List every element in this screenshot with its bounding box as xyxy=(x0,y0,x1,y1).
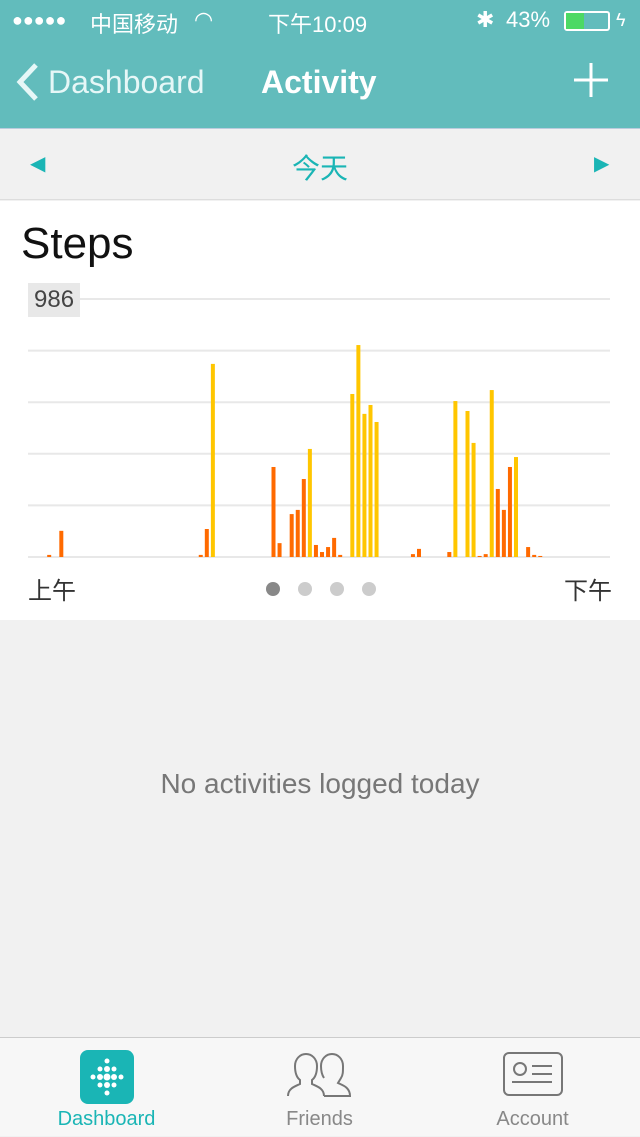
step-bar xyxy=(313,544,318,557)
step-bar xyxy=(410,554,415,557)
add-button[interactable] xyxy=(574,58,608,108)
fitbit-logo-icon xyxy=(79,1050,134,1104)
steps-card[interactable]: Steps 986 上午 下午 xyxy=(0,201,640,620)
step-bar xyxy=(453,401,458,557)
plus-icon xyxy=(574,63,608,97)
battery-icon xyxy=(564,11,610,31)
step-bar xyxy=(532,554,537,557)
tab-label: Account xyxy=(496,1108,569,1130)
step-bar xyxy=(198,554,203,557)
battery-percent: 43% xyxy=(506,7,551,32)
x-start-label: 上午 xyxy=(28,578,76,605)
step-bar xyxy=(271,466,276,557)
page-dot[interactable] xyxy=(330,582,344,596)
signal-icon: ●●●●● xyxy=(12,10,67,30)
date-navigator: ◀ 今天 ▶ xyxy=(0,128,640,200)
step-bar xyxy=(350,393,355,557)
y-max-label: 986 xyxy=(28,283,81,317)
step-bar xyxy=(471,442,476,557)
bluetooth-icon: ✱ xyxy=(476,7,495,32)
page-dot[interactable] xyxy=(362,582,376,596)
step-bar xyxy=(289,514,294,557)
step-bar xyxy=(295,509,300,557)
step-bar xyxy=(204,529,209,557)
charging-icon: ϟ xyxy=(616,10,626,30)
header: ●●●●● 中国移动 ◠ 下午10:09 ✱ 43% ϟ Dashboard A… xyxy=(0,0,640,128)
page-dot[interactable] xyxy=(266,582,280,596)
step-bar xyxy=(526,547,531,557)
carrier: 中国移动 xyxy=(90,12,179,37)
step-bar xyxy=(417,548,421,557)
step-bar xyxy=(477,555,482,557)
account-card-icon xyxy=(502,1052,563,1096)
step-bar xyxy=(465,410,470,557)
step-bar xyxy=(374,421,379,557)
date-label: 今天 xyxy=(291,153,348,184)
status-bar: ●●●●● 中国移动 ◠ 下午10:09 ✱ 43% ϟ xyxy=(0,0,640,40)
step-bar xyxy=(320,552,324,557)
step-bar xyxy=(368,404,373,557)
step-bar xyxy=(514,457,518,557)
step-bar xyxy=(501,509,506,557)
wifi-icon: ◠ xyxy=(194,7,214,32)
chevron-left-icon xyxy=(16,63,38,101)
tab-dashboard[interactable]: Dashboard xyxy=(0,1038,213,1137)
step-bar xyxy=(483,554,488,557)
step-bar xyxy=(332,537,337,557)
step-bar xyxy=(538,555,543,557)
tab-label: Friends xyxy=(286,1108,353,1130)
step-bar xyxy=(47,554,52,557)
step-bar xyxy=(507,466,512,557)
back-button[interactable]: Dashboard xyxy=(16,62,205,102)
step-bar xyxy=(326,547,331,557)
card-title: Steps xyxy=(21,219,134,268)
tab-account[interactable]: Account xyxy=(426,1038,639,1137)
empty-message: No activities logged today xyxy=(160,768,480,799)
tab-bar: Dashboard Friends Account xyxy=(0,1037,640,1136)
step-bar xyxy=(338,554,343,557)
page-dot[interactable] xyxy=(298,582,312,596)
tab-friends[interactable]: Friends xyxy=(213,1038,426,1137)
step-bar xyxy=(495,488,500,557)
step-bar xyxy=(301,479,306,557)
clock: 下午10:09 xyxy=(268,12,368,37)
step-bar xyxy=(210,363,215,557)
step-bar xyxy=(362,413,367,557)
back-label: Dashboard xyxy=(48,63,205,100)
step-bar xyxy=(307,448,312,557)
next-day-button[interactable]: ▶ xyxy=(594,151,609,176)
step-bar xyxy=(489,390,494,557)
x-end-label: 下午 xyxy=(564,578,612,605)
step-bar xyxy=(356,345,361,557)
step-bar xyxy=(447,552,452,557)
step-bar xyxy=(277,543,282,557)
friends-icon xyxy=(286,1052,351,1097)
page-indicator[interactable] xyxy=(266,582,376,596)
step-bar xyxy=(59,530,64,557)
tab-label: Dashboard xyxy=(57,1108,156,1130)
page-title: Activity xyxy=(261,64,377,100)
